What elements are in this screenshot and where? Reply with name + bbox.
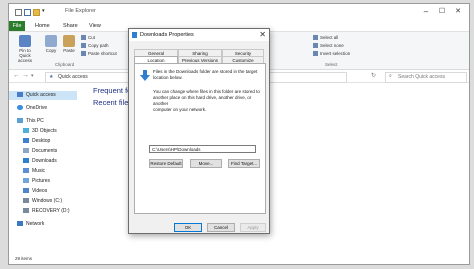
location-panel: Files in the Downloads folder are stored… — [134, 63, 266, 214]
tab-file[interactable]: File — [9, 21, 25, 31]
invert-selection-icon — [313, 51, 318, 57]
paste-shortcut-button[interactable]: Paste shortcut — [81, 51, 117, 57]
tab-security[interactable]: Security — [222, 49, 264, 56]
download-icon — [23, 158, 29, 164]
forward-arrow-icon[interactable]: → — [22, 72, 29, 79]
music-icon — [23, 168, 29, 174]
sidebar-item-documents[interactable]: Documents — [23, 148, 57, 154]
download-arrow-icon — [140, 70, 150, 81]
move-button[interactable]: Move... — [190, 159, 222, 168]
dialog-close-button[interactable]: ✕ — [259, 30, 266, 39]
cancel-button[interactable]: Cancel — [207, 223, 235, 232]
maximize-button[interactable]: ☐ — [435, 6, 449, 17]
pictures-icon — [23, 178, 29, 184]
tab-general[interactable]: General — [134, 49, 178, 56]
pin-icon — [19, 35, 31, 47]
refresh-icon[interactable]: ↻ — [371, 72, 376, 79]
search-input[interactable]: ⌕ Search Quick access — [385, 72, 467, 83]
paste-icon — [63, 35, 75, 47]
tab-customize[interactable]: Customize — [222, 56, 264, 63]
sidebar-item-3d-objects[interactable]: 3D Objects — [23, 128, 57, 134]
restore-default-button[interactable]: Restore Default — [149, 159, 183, 168]
invert-selection-button[interactable]: Invert selection — [313, 51, 350, 57]
cut-button[interactable]: Cut — [81, 35, 95, 41]
sidebar-item-this-pc[interactable]: This PC — [17, 118, 44, 124]
folder-icon — [15, 9, 22, 16]
status-bar: 29 items — [9, 254, 469, 264]
tab-home[interactable]: Home — [31, 21, 54, 31]
dialog-title-bar: Downloads Properties ✕ — [129, 29, 269, 41]
apply-button[interactable]: Apply — [240, 223, 266, 232]
shortcut-icon — [81, 51, 86, 57]
sidebar-item-recovery-d[interactable]: RECOVERY (D:) — [23, 208, 70, 214]
tab-previous-versions[interactable]: Previous Versions — [178, 56, 222, 63]
new-folder-icon[interactable] — [33, 9, 40, 16]
copy-path-icon — [81, 43, 86, 49]
cloud-icon — [17, 105, 23, 111]
address-path: Quick access — [58, 74, 88, 80]
select-group-label: Select — [325, 62, 338, 67]
network-icon — [17, 221, 23, 227]
window-title: File Explorer — [65, 8, 96, 14]
tab-sharing[interactable]: Sharing — [178, 49, 222, 56]
sidebar-item-downloads[interactable]: Downloads — [23, 158, 57, 164]
download-folder-icon — [132, 32, 137, 38]
item-count: 29 items — [15, 256, 33, 261]
drive-icon — [23, 208, 29, 214]
select-none-icon — [313, 43, 318, 49]
back-arrow-icon[interactable]: ← — [13, 72, 20, 79]
select-all-button[interactable]: Select all — [313, 35, 338, 41]
sidebar-item-windows-c[interactable]: Windows (C:) — [23, 198, 62, 204]
pin-quick-access-button[interactable]: Pin to Quick access — [13, 35, 37, 63]
sidebar-item-videos[interactable]: Videos — [23, 188, 47, 194]
title-bar: ▾ File Explorer – ☐ ✕ — [9, 4, 469, 20]
copy-button[interactable]: Copy — [43, 35, 59, 53]
sidebar-item-pictures[interactable]: Pictures — [23, 178, 50, 184]
video-icon — [23, 188, 29, 194]
minimize-button[interactable]: – — [419, 6, 433, 17]
tab-view[interactable]: View — [85, 21, 105, 31]
search-placeholder: Search Quick access — [398, 74, 445, 80]
change-location-text: You can change where files in this folde… — [153, 89, 260, 112]
document-icon — [23, 148, 29, 154]
customize-qat-icon[interactable]: ▾ — [42, 9, 47, 14]
sidebar-item-onedrive[interactable]: OneDrive — [17, 105, 47, 111]
copy-icon — [45, 35, 57, 47]
sidebar-item-network[interactable]: Network — [17, 221, 44, 227]
select-none-button[interactable]: Select none — [313, 43, 344, 49]
copy-path-button[interactable]: Copy path — [81, 43, 109, 49]
properties-dialog: Downloads Properties ✕ General Sharing S… — [128, 28, 270, 234]
sidebar-item-desktop[interactable]: Desktop — [23, 138, 50, 144]
star-icon — [17, 92, 23, 98]
location-info-text: Files in the Downloads folder are stored… — [153, 69, 258, 80]
target-path-input[interactable]: C:\Users\HP\Downloads — [149, 145, 256, 153]
computer-icon — [17, 118, 23, 124]
navigation-pane: Quick access OneDrive This PC 3D Objects… — [9, 84, 83, 254]
star-icon: ★ — [49, 74, 54, 80]
scissors-icon — [81, 35, 86, 41]
properties-icon[interactable] — [24, 9, 31, 16]
drive-icon — [23, 198, 29, 204]
cube-icon — [23, 128, 29, 134]
clipboard-group-label: Clipboard — [55, 62, 75, 67]
search-icon: ⌕ — [389, 73, 392, 79]
tab-share[interactable]: Share — [59, 21, 82, 31]
sidebar-item-quick-access[interactable]: Quick access — [9, 91, 83, 100]
recent-locations-icon[interactable]: ▾ — [31, 73, 34, 79]
tab-location[interactable]: Location — [134, 56, 178, 63]
sidebar-item-music[interactable]: Music — [23, 168, 45, 174]
find-target-button[interactable]: Find Target... — [228, 159, 260, 168]
ok-button[interactable]: OK — [174, 223, 202, 232]
close-button[interactable]: ✕ — [451, 6, 465, 17]
dialog-title: Downloads Properties — [140, 32, 194, 38]
desktop-icon — [23, 138, 29, 144]
select-all-icon — [313, 35, 318, 41]
paste-button[interactable]: Paste — [61, 35, 77, 53]
